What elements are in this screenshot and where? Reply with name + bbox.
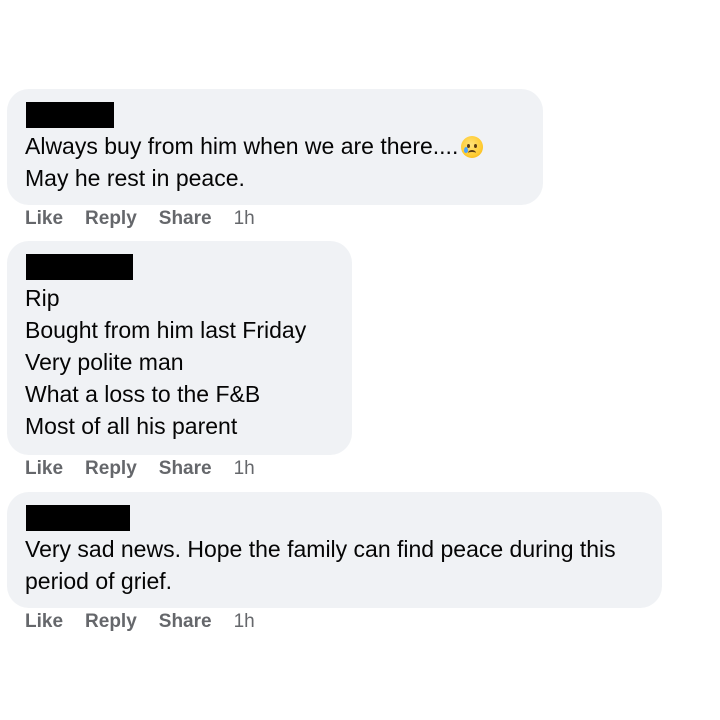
comment-bubble: Very sad news. Hope the family can find … [7, 492, 662, 608]
comment-actions: Like Reply Share 1h [25, 208, 255, 230]
reply-button[interactable]: Reply [85, 611, 137, 633]
like-button[interactable]: Like [25, 611, 63, 633]
comment-actions: Like Reply Share 1h [25, 611, 255, 633]
redacted-author-name[interactable] [26, 102, 114, 128]
comment-text-line: Most of all his parent [25, 413, 238, 439]
comment-2: Rip Bought from him last Friday Very pol… [7, 241, 352, 455]
reply-button[interactable]: Reply [85, 458, 137, 480]
comment-actions: Like Reply Share 1h [25, 458, 255, 480]
comment-text-line: May he rest in peace. [25, 165, 245, 191]
share-button[interactable]: Share [159, 208, 212, 230]
comment-text-line: Always buy from him when we are there...… [25, 130, 525, 162]
share-button[interactable]: Share [159, 458, 212, 480]
comment-text-line: What a loss to the F&B [25, 381, 261, 407]
comment-text-line: Rip [25, 285, 60, 311]
timestamp[interactable]: 1h [234, 208, 255, 230]
reply-button[interactable]: Reply [85, 208, 137, 230]
comment-3: Very sad news. Hope the family can find … [7, 492, 662, 608]
comment-text: Always buy from him when we are there...… [25, 133, 459, 159]
comment-text-line: Bought from him last Friday [25, 317, 307, 343]
crying-face-icon [461, 136, 484, 158]
like-button[interactable]: Like [25, 208, 63, 230]
comment-bubble: Always buy from him when we are there...… [7, 89, 543, 205]
comment-bubble: Rip Bought from him last Friday Very pol… [7, 241, 352, 455]
share-button[interactable]: Share [159, 611, 212, 633]
redacted-author-name[interactable] [26, 254, 133, 280]
comment-text-line: Very sad news. Hope the family can find … [25, 536, 616, 594]
comment-1: Always buy from him when we are there...… [7, 89, 543, 205]
comment-text-line: Very polite man [25, 349, 184, 375]
like-button[interactable]: Like [25, 458, 63, 480]
timestamp[interactable]: 1h [234, 458, 255, 480]
redacted-author-name[interactable] [26, 505, 130, 531]
comment-thread: Always buy from him when we are there...… [0, 0, 720, 720]
timestamp[interactable]: 1h [234, 611, 255, 633]
